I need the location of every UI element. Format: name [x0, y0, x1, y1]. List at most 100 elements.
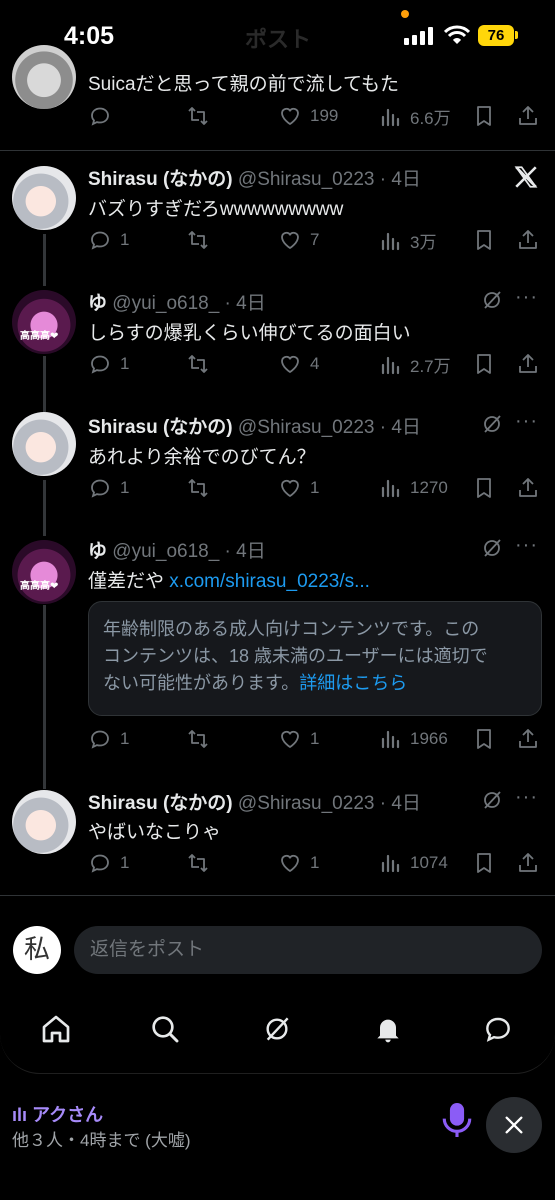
divider	[0, 895, 555, 896]
retweet-button[interactable]	[186, 228, 210, 252]
tweet-text: Suicaだと思って親の前で流してもた	[88, 74, 400, 95]
learn-more-link[interactable]: 詳細はこちら	[299, 673, 407, 693]
author-name[interactable]: Shirasu (なかの)	[88, 169, 233, 190]
tweet[interactable]: Shirasu (なかの) @Shirasu_0223 · 4日 ··· あれよ…	[0, 395, 555, 520]
tweet-actions: 1 1 1270	[88, 476, 548, 506]
grok-icon[interactable]	[480, 536, 504, 560]
share-button[interactable]	[516, 727, 540, 751]
tweet[interactable]: 高高高❤ ゆ @yui_o618_ · 4日 ··· しらすの爆乳くらい伸びてる…	[0, 270, 555, 395]
grok-icon	[261, 1013, 293, 1045]
more-icon[interactable]: ···	[515, 786, 538, 809]
tab-notifications[interactable]	[363, 1004, 413, 1054]
tab-home[interactable]	[31, 1004, 81, 1054]
more-icon[interactable]: ···	[515, 410, 538, 433]
retweet-button[interactable]	[186, 727, 210, 751]
retweet-icon	[186, 228, 210, 252]
retweet-button[interactable]	[186, 476, 210, 500]
tweet-link[interactable]: x.com/shirasu_0223/s...	[169, 571, 370, 592]
space-title[interactable]: ılı アクさん	[12, 1101, 103, 1127]
bookmark-icon	[472, 476, 496, 500]
like-count: 4	[310, 354, 320, 373]
microphone-icon[interactable]	[440, 1100, 474, 1140]
bookmark-button[interactable]	[472, 851, 496, 875]
retweet-button[interactable]	[186, 851, 210, 875]
author-handle[interactable]: @yui_o618_ · 4日	[112, 293, 265, 314]
bookmark-icon	[472, 104, 496, 128]
views-button[interactable]: 1966	[378, 727, 448, 751]
share-button[interactable]	[516, 228, 540, 252]
more-icon[interactable]: ···	[515, 286, 538, 309]
author-name[interactable]: Shirasu (なかの)	[88, 417, 233, 438]
views-icon	[378, 229, 402, 253]
reply-icon	[88, 228, 112, 252]
avatar[interactable]: 高高高❤	[12, 290, 76, 354]
grok-icon[interactable]	[480, 288, 504, 312]
reply-button[interactable]	[88, 104, 112, 128]
share-button[interactable]	[516, 476, 540, 500]
views-button[interactable]: 1074	[378, 851, 448, 875]
view-count: 2.7万	[410, 357, 451, 376]
close-space-button[interactable]	[486, 1097, 542, 1153]
reply-button[interactable]: 1	[88, 851, 129, 875]
views-button[interactable]: 1270	[378, 476, 448, 500]
reply-input[interactable]	[74, 926, 542, 974]
like-button[interactable]: 1	[278, 851, 319, 875]
author-name[interactable]: ゆ	[88, 293, 107, 314]
bookmark-button[interactable]	[472, 104, 496, 128]
bookmark-button[interactable]	[472, 352, 496, 376]
reply-button[interactable]: 1	[88, 352, 129, 376]
space-subtitle: 他３人・4時まで (大嘘)	[12, 1131, 191, 1150]
my-avatar[interactable]: 私	[13, 926, 61, 974]
author-handle[interactable]: @Shirasu_0223 · 4日	[238, 417, 421, 438]
view-count: 1966	[410, 729, 448, 748]
sensitive-content-card[interactable]: 年齢制限のある成人向けコンテンツです。この コンテンツは、18 歳未満のユーザー…	[88, 601, 542, 716]
tweet[interactable]: Shirasu (なかの) @Shirasu_0223 · 4日 バズりすぎだろ…	[0, 150, 555, 270]
tweet[interactable]: Suicaだと思って親の前で流してもた 199 6.6万	[0, 0, 555, 150]
bookmark-icon	[472, 727, 496, 751]
like-button[interactable]: 1	[278, 476, 319, 500]
bookmark-button[interactable]	[472, 727, 496, 751]
avatar[interactable]	[12, 412, 76, 476]
like-button[interactable]: 199	[278, 104, 338, 128]
like-button[interactable]: 7	[278, 228, 319, 252]
tab-search[interactable]	[140, 1004, 190, 1054]
share-button[interactable]	[516, 851, 540, 875]
more-icon[interactable]: ···	[515, 534, 538, 557]
grok-icon[interactable]	[480, 788, 504, 812]
tweet[interactable]: Shirasu (なかの) @Shirasu_0223 · 4日 ··· やばい…	[0, 770, 555, 895]
author-handle[interactable]: @yui_o618_ · 4日	[112, 541, 265, 562]
bookmark-icon	[472, 352, 496, 376]
author-name[interactable]: Shirasu (なかの)	[88, 793, 233, 814]
like-count: 1	[310, 478, 320, 497]
avatar[interactable]: 高高高❤	[12, 540, 76, 604]
avatar[interactable]	[12, 45, 76, 109]
avatar[interactable]	[12, 166, 76, 230]
views-button[interactable]: 6.6万	[378, 104, 451, 129]
views-button[interactable]: 2.7万	[378, 352, 451, 377]
like-button[interactable]: 1	[278, 727, 319, 751]
author-name[interactable]: ゆ	[88, 541, 107, 562]
bookmark-button[interactable]	[472, 476, 496, 500]
x-logo-icon	[514, 166, 538, 188]
reply-button[interactable]: 1	[88, 727, 129, 751]
avatar-badge: 高高高❤	[20, 331, 59, 342]
retweet-button[interactable]	[186, 352, 210, 376]
author-handle[interactable]: @Shirasu_0223 · 4日	[238, 793, 421, 814]
bookmark-button[interactable]	[472, 228, 496, 252]
tab-messages[interactable]	[473, 1004, 523, 1054]
tab-grok[interactable]	[252, 1004, 302, 1054]
reply-button[interactable]: 1	[88, 476, 129, 500]
like-button[interactable]: 4	[278, 352, 319, 376]
heart-icon	[278, 104, 302, 128]
author-handle[interactable]: @Shirasu_0223 · 4日	[238, 169, 421, 190]
reply-button[interactable]: 1	[88, 228, 129, 252]
share-button[interactable]	[516, 352, 540, 376]
tweet-header: ゆ @yui_o618_ · 4日	[88, 288, 266, 315]
reply-icon	[88, 476, 112, 500]
share-button[interactable]	[516, 104, 540, 128]
retweet-button[interactable]	[186, 104, 210, 128]
views-button[interactable]: 3万	[378, 228, 436, 253]
heart-icon	[278, 476, 302, 500]
grok-icon[interactable]	[480, 412, 504, 436]
avatar[interactable]	[12, 790, 76, 854]
